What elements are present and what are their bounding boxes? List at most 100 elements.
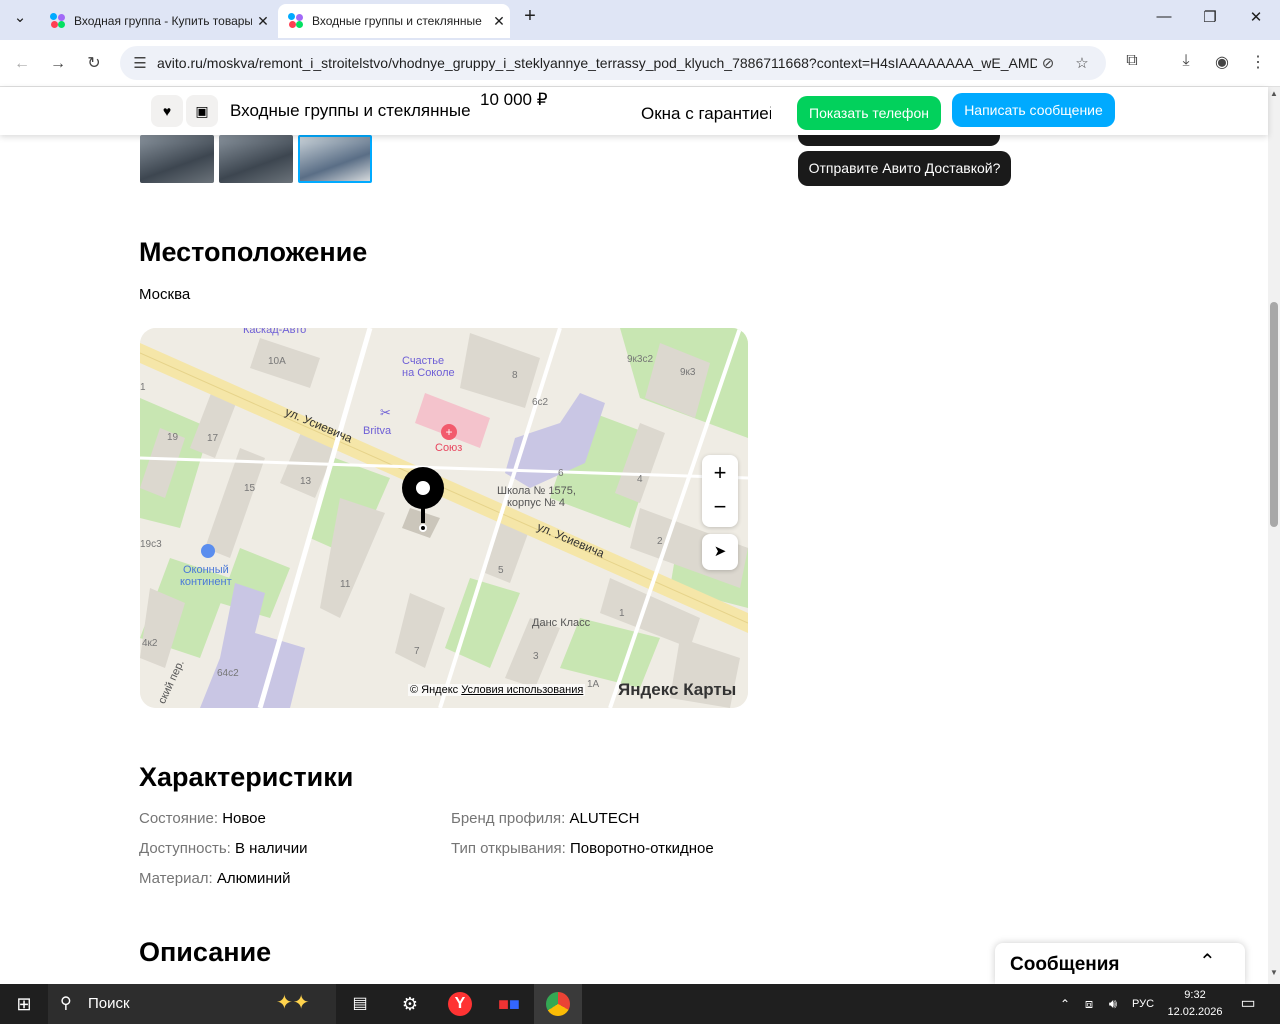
windows-taskbar: ⊞ ⚲ Поиск ✦✦ ▤ ⚙ Y ■■ ⌃ ⧈ 🔊︎ РУС 9:32 12…	[0, 984, 1280, 1024]
bookmark-star-icon[interactable]: ☆	[1072, 54, 1092, 72]
back-icon[interactable]: ←	[10, 52, 34, 76]
restore-icon[interactable]: ❐	[1198, 8, 1222, 26]
task-view-icon[interactable]: ▤	[340, 984, 380, 1024]
house-number: 10А	[268, 356, 286, 367]
map-label: Счастье	[402, 355, 445, 367]
tracking-protection-icon[interactable]: ⊘	[1038, 54, 1058, 72]
gallery-thumbnail[interactable]	[219, 135, 293, 183]
downloads-icon[interactable]: ⤓	[1174, 52, 1198, 70]
house-number: 15	[244, 483, 256, 494]
notifications-icon[interactable]: ▭	[1234, 984, 1262, 1024]
tray-chevron-up-icon[interactable]: ⌃	[1055, 984, 1075, 1024]
description-heading: Описание	[139, 937, 272, 967]
avito-favicon	[50, 13, 66, 29]
location-city: Москва	[139, 286, 191, 303]
scrollbar-thumb[interactable]	[1270, 302, 1278, 527]
gallery-thumbnail-selected[interactable]	[298, 135, 372, 183]
house-number: 19с3	[140, 539, 162, 550]
house-number: 4к2	[142, 638, 158, 649]
messages-panel[interactable]: Сообщения ⌃	[995, 943, 1245, 984]
house-number: 17	[207, 433, 219, 444]
house-number: 9к3	[680, 367, 696, 378]
map-label: Школа № 1575,	[497, 485, 576, 497]
tab-search-icon[interactable]: ⌄	[8, 8, 32, 26]
gallery-thumbnail[interactable]	[140, 135, 214, 183]
settings-gear-icon[interactable]: ⚙	[390, 984, 430, 1024]
sticky-seller[interactable]: Окна с гарантией	[641, 104, 771, 124]
forward-icon[interactable]: →	[46, 52, 70, 76]
sticky-price: 10 000 ₽	[480, 90, 548, 109]
location-heading: Местоположение	[139, 237, 368, 267]
note-icon[interactable]: ▣	[186, 95, 218, 127]
avito-delivery-button[interactable]: Отправите Авито Доставкой?	[798, 151, 1011, 186]
tab-inactive[interactable]: Входная группа - Купить товары ✕	[40, 4, 274, 38]
clock[interactable]: 9:32 12.02.2026	[1166, 987, 1224, 1021]
windows-start-icon[interactable]: ⊞	[0, 984, 48, 1024]
site-info-icon[interactable]: ☰	[130, 54, 150, 72]
house-number: 64с2	[217, 668, 239, 679]
house-number: 1	[619, 608, 625, 619]
map-copyright: © Яндекс	[410, 684, 459, 696]
house-number: 9к3с2	[627, 354, 654, 365]
house-number: 8	[512, 370, 518, 381]
write-message-button[interactable]: Написать сообщение	[952, 93, 1115, 127]
map-terms-link[interactable]: Условия использования	[461, 684, 583, 696]
geolocation-icon[interactable]: ➤	[702, 534, 738, 570]
tab-active[interactable]: Входные группы и стеклянные ✕	[278, 4, 510, 38]
messages-title: Сообщения	[1010, 954, 1120, 975]
map-label: Союз	[435, 442, 463, 454]
network-icon[interactable]: ⧈	[1079, 984, 1099, 1024]
zoom-in-icon[interactable]: +	[702, 455, 738, 491]
reload-icon[interactable]: ↻	[82, 52, 106, 76]
hospital-icon: +	[441, 424, 457, 440]
location-map[interactable]: Каскад-Авто Счастье на Соколе ✂ Britva +…	[140, 328, 748, 708]
sticky-title: Входные группы и стеклянные террасы	[230, 101, 470, 120]
map-label: Оконный	[183, 564, 229, 576]
scissors-icon: ✂	[380, 405, 391, 420]
char-row: Материал: Алюминий	[139, 870, 291, 887]
yandex-browser-icon[interactable]: Y	[440, 984, 480, 1024]
map-label: континент	[180, 576, 232, 588]
house-number: 5	[498, 565, 504, 576]
app-icon[interactable]: ■■	[489, 984, 529, 1024]
char-row: Тип открывания: Поворотно-откидное	[451, 840, 714, 857]
taskbar-search[interactable]: ⚲ Поиск ✦✦	[48, 984, 336, 1024]
show-phone-button[interactable]: Показать телефон	[797, 96, 941, 130]
browser-toolbar: ← → ↻ ☰ avito.ru/moskva/remont_i_stroite…	[0, 40, 1280, 87]
copilot-sparkle-icon: ✦✦	[276, 992, 310, 1014]
map-label: на Соколе	[402, 367, 455, 379]
house-number: 7	[414, 646, 420, 657]
taskbar-search-label: Поиск	[88, 995, 130, 1012]
house-number: 6	[558, 468, 564, 479]
page-scrollbar[interactable]: ▲ ▼	[1268, 87, 1280, 984]
chrome-icon[interactable]	[534, 984, 582, 1024]
favorite-heart-icon[interactable]: ♥	[151, 95, 183, 127]
shop-icon	[201, 544, 215, 558]
map-label: Каскад-Авто	[243, 328, 307, 336]
chevron-up-icon[interactable]: ⌃	[1199, 949, 1216, 974]
minimize-icon[interactable]: —	[1152, 8, 1176, 25]
zoom-controls: + −	[702, 455, 738, 527]
house-number: 19	[167, 432, 179, 443]
map-label: Данс Класс	[532, 617, 591, 629]
volume-icon[interactable]: 🔊︎	[1103, 984, 1123, 1024]
house-number: 3	[533, 651, 539, 662]
close-window-icon[interactable]: ✕	[1244, 8, 1268, 26]
address-bar[interactable]: ☰ avito.ru/moskva/remont_i_stroitelstvo/…	[120, 46, 1106, 80]
zoom-out-icon[interactable]: −	[702, 491, 738, 527]
yandex-maps-logo[interactable]: Яндекс Карты	[618, 680, 736, 700]
menu-icon[interactable]: ⋮	[1246, 52, 1270, 72]
language-indicator[interactable]: РУС	[1128, 984, 1158, 1024]
avito-favicon	[288, 13, 304, 29]
tab-close-icon[interactable]: ✕	[488, 13, 510, 30]
house-number: 4	[637, 474, 643, 485]
extensions-icon[interactable]: ⧉	[1120, 52, 1144, 70]
tab-close-icon[interactable]: ✕	[252, 13, 274, 30]
url-text: avito.ru/moskva/remont_i_stroitelstvo/vh…	[157, 55, 1037, 71]
map-label: корпус № 4	[507, 497, 566, 509]
house-number: 13	[300, 476, 312, 487]
characteristics-heading: Характеристики	[139, 762, 354, 792]
new-tab-icon[interactable]: +	[518, 5, 542, 28]
profile-icon[interactable]: ◉	[1210, 52, 1234, 72]
tab-title: Входные группы и стеклянные	[312, 14, 482, 28]
